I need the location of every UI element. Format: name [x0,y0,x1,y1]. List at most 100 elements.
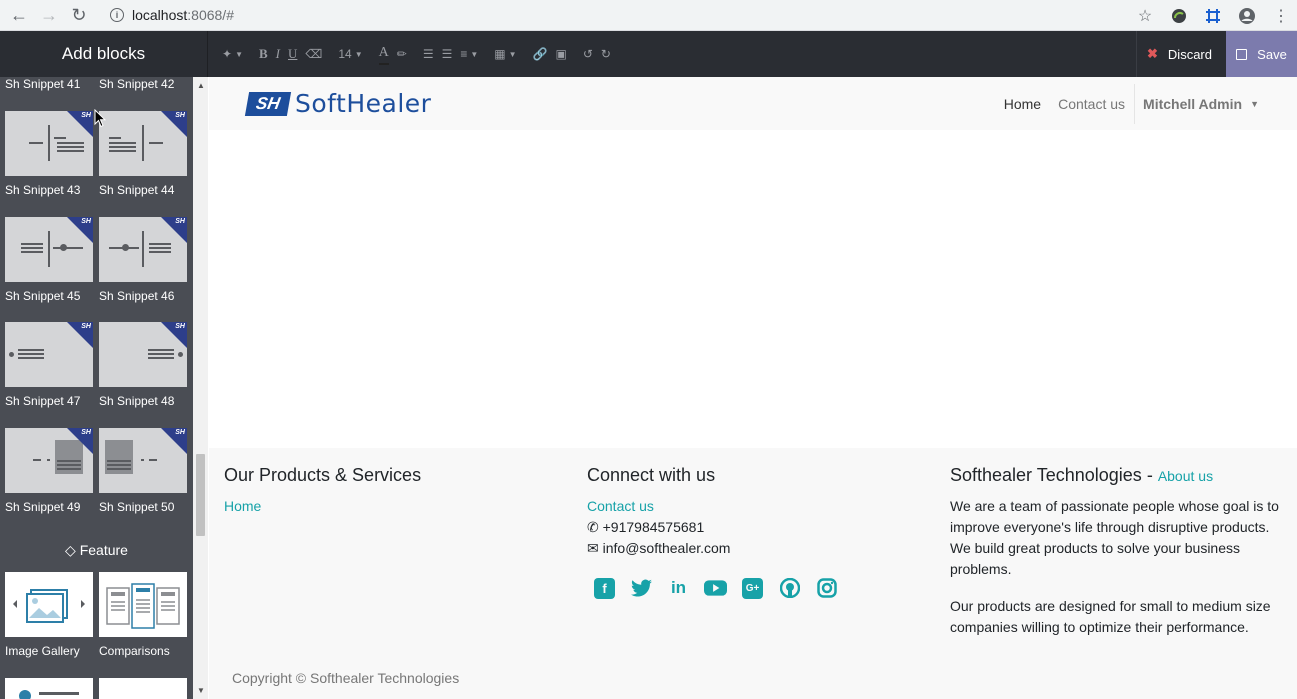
back-icon[interactable]: ← [8,4,30,26]
badge-text: SH [175,323,185,330]
footer-phone: ✆ +917984575681 [587,517,838,538]
url-rest: :8068/# [187,7,234,23]
snippet-thumbnail[interactable]: SH [99,217,187,282]
company-name: Softhealer Technologies [950,465,1142,485]
brush-icon[interactable]: ✏ [397,43,407,65]
snippet-thumbnail[interactable]: SH [5,428,93,493]
eraser-icon[interactable]: ⌫ [305,43,322,65]
link-icon[interactable]: 🔗 [533,43,548,65]
save-button[interactable]: Save [1226,31,1297,77]
company-description: We are a team of passionate people whose… [950,498,1279,577]
account-icon[interactable] [1237,6,1257,26]
numbered-list-icon[interactable]: ☰ [442,43,453,65]
address-bar[interactable]: i localhost:8068/# [110,3,234,27]
undo-icon[interactable]: ↺ [583,43,593,65]
facebook-icon[interactable]: f [593,577,616,599]
snippet-thumbnail[interactable]: SH [5,322,93,387]
editor-toolbar: Add blocks ✦ ▼ B I U ⌫ 14 ▼ A ✏ ☰ ☰ ≡ ▼ ▦ ▼ … [0,31,1297,77]
email-address: info@softhealer.com [602,540,731,556]
footer-contact-link[interactable]: Contact us [587,498,654,514]
site-footer: Our Products & Services Home Connect wit… [209,448,1297,699]
scroll-down-icon[interactable]: ▼ [197,686,205,695]
snippet-label: Sh Snippet 44 [99,183,175,197]
snippet-label: Sh Snippet 42 [99,77,175,91]
info-icon[interactable]: i [110,8,124,22]
table-icon[interactable]: ▦ ▼ [494,43,516,65]
scroll-thumb[interactable] [196,454,205,536]
footer-connect-title: Connect with us [587,465,716,485]
scroll-up-icon[interactable]: ▲ [197,81,205,90]
footer-company-column: Softhealer Technologies - About us We ar… [950,465,1282,654]
snippet-thumbnail[interactable]: SH [5,217,93,282]
menu-kebab-icon[interactable]: ⋮ [1271,6,1291,26]
linkedin-icon[interactable]: in [667,577,690,599]
grid-extension-icon[interactable] [1203,6,1223,26]
youtube-icon[interactable] [704,577,727,599]
nav-contact-us[interactable]: Contact us [1058,96,1125,112]
snippet-label: Sh Snippet 47 [5,394,81,408]
magic-wand-icon[interactable]: ✦ ▼ [222,43,243,65]
snippet-thumbnail[interactable] [5,678,93,699]
title-separator: - [1141,465,1158,485]
blocks-sidebar: Sh Snippet 41 Sh Snippet 42 SH SH Sh Sni… [0,77,208,699]
badge-text: SH [81,429,91,436]
browser-actions: ☆ ⋮ [1135,0,1291,31]
image-gallery-thumbnail[interactable] [5,572,93,637]
bold-icon[interactable]: B [259,43,268,65]
snippet-thumbnail[interactable]: SH [5,111,93,176]
snippet-thumbnail[interactable]: SH [99,111,187,176]
add-blocks-title: Add blocks [0,31,208,77]
url-host: localhost [132,7,188,23]
align-icon[interactable]: ≡ ▼ [460,43,478,65]
footer-connect-column: Connect with us Contact us ✆ +9179845756… [587,465,838,599]
phone-icon: ✆ [587,519,599,535]
star-icon[interactable]: ☆ [1135,6,1155,26]
google-plus-icon[interactable]: G+ [741,577,764,599]
envelope-icon: ✉ [587,540,599,556]
discard-button[interactable]: ✖ Discard [1136,31,1226,77]
underline-icon[interactable]: U [288,43,297,65]
site-logo[interactable]: SH SoftHealer [244,89,432,118]
user-menu-dropdown[interactable]: Mitchell Admin ▼ [1143,96,1259,112]
extension-icon[interactable] [1169,6,1189,26]
twitter-icon[interactable] [630,577,653,599]
forward-icon[interactable]: → [38,4,60,26]
bullet-list-icon[interactable]: ☰ [423,43,434,65]
badge-text: SH [81,112,91,119]
snippet-thumbnail[interactable]: SH [99,322,187,387]
badge-text: SH [81,323,91,330]
nav-home[interactable]: Home [1004,96,1041,112]
redo-icon[interactable]: ↻ [601,43,611,65]
snippet-thumbnail[interactable] [99,678,187,699]
snippet-thumbnail[interactable]: SH [99,428,187,493]
github-icon[interactable] [778,577,801,599]
font-size-dropdown[interactable]: 14 ▼ [338,43,362,65]
comparisons-thumbnail[interactable] [99,572,187,637]
italic-icon[interactable]: I [276,43,280,65]
footer-home-link[interactable]: Home [224,498,261,514]
text-color-icon[interactable]: A [378,43,389,65]
save-icon [1236,48,1248,60]
footer-about-link[interactable]: About us [1158,468,1213,484]
feature-section-title: ◇ Feature [0,542,208,559]
badge-text: SH [175,112,185,119]
url-text[interactable]: localhost:8068/# [132,7,234,23]
footer-products-title: Our Products & Services [224,465,422,485]
social-links: f in G+ [593,577,838,599]
snippet-label: Sh Snippet 41 [5,77,81,91]
badge-text: SH [175,218,185,225]
snippet-label: Sh Snippet 45 [5,289,81,303]
reload-icon[interactable]: ↻ [68,4,90,26]
page-content-area[interactable] [209,130,1297,448]
snippet-label: Sh Snippet 43 [5,183,81,197]
badge-text: SH [81,218,91,225]
sidebar-scrollbar[interactable]: ▲ ▼ [193,77,208,699]
chevron-down-icon: ▼ [1250,98,1259,109]
instagram-icon[interactable] [815,577,838,599]
image-icon[interactable]: ▣ [556,43,567,65]
diamond-icon: ◇ [65,542,76,558]
logo-text: SoftHealer [295,89,432,118]
user-name: Mitchell Admin [1143,95,1243,112]
mouse-cursor-icon [94,109,106,128]
snippet-label: Sh Snippet 46 [99,289,175,303]
